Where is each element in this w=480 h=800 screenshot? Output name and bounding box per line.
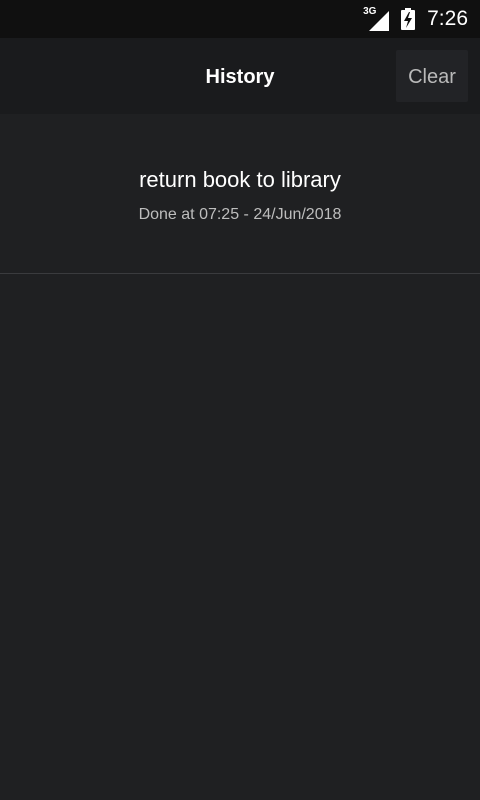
battery-charging-icon [401, 8, 416, 30]
cellular-signal-icon: 3G [363, 7, 391, 31]
history-list: return book to library Done at 07:25 - 2… [0, 114, 480, 274]
signal-bars-icon [369, 11, 390, 31]
history-item[interactable]: return book to library Done at 07:25 - 2… [0, 114, 480, 274]
status-bar: 3G 7:26 [0, 0, 480, 38]
history-item-title: return book to library [139, 167, 341, 192]
status-icons: 3G 7:26 [363, 0, 468, 38]
app-bar: History Clear [0, 38, 480, 114]
clear-button[interactable]: Clear [396, 50, 468, 102]
status-time: 7:26 [427, 7, 468, 30]
history-screen: 3G 7:26 History Clear return book to lib… [0, 0, 480, 800]
history-item-completed-time: Done at 07:25 - 24/Jun/2018 [138, 206, 342, 223]
